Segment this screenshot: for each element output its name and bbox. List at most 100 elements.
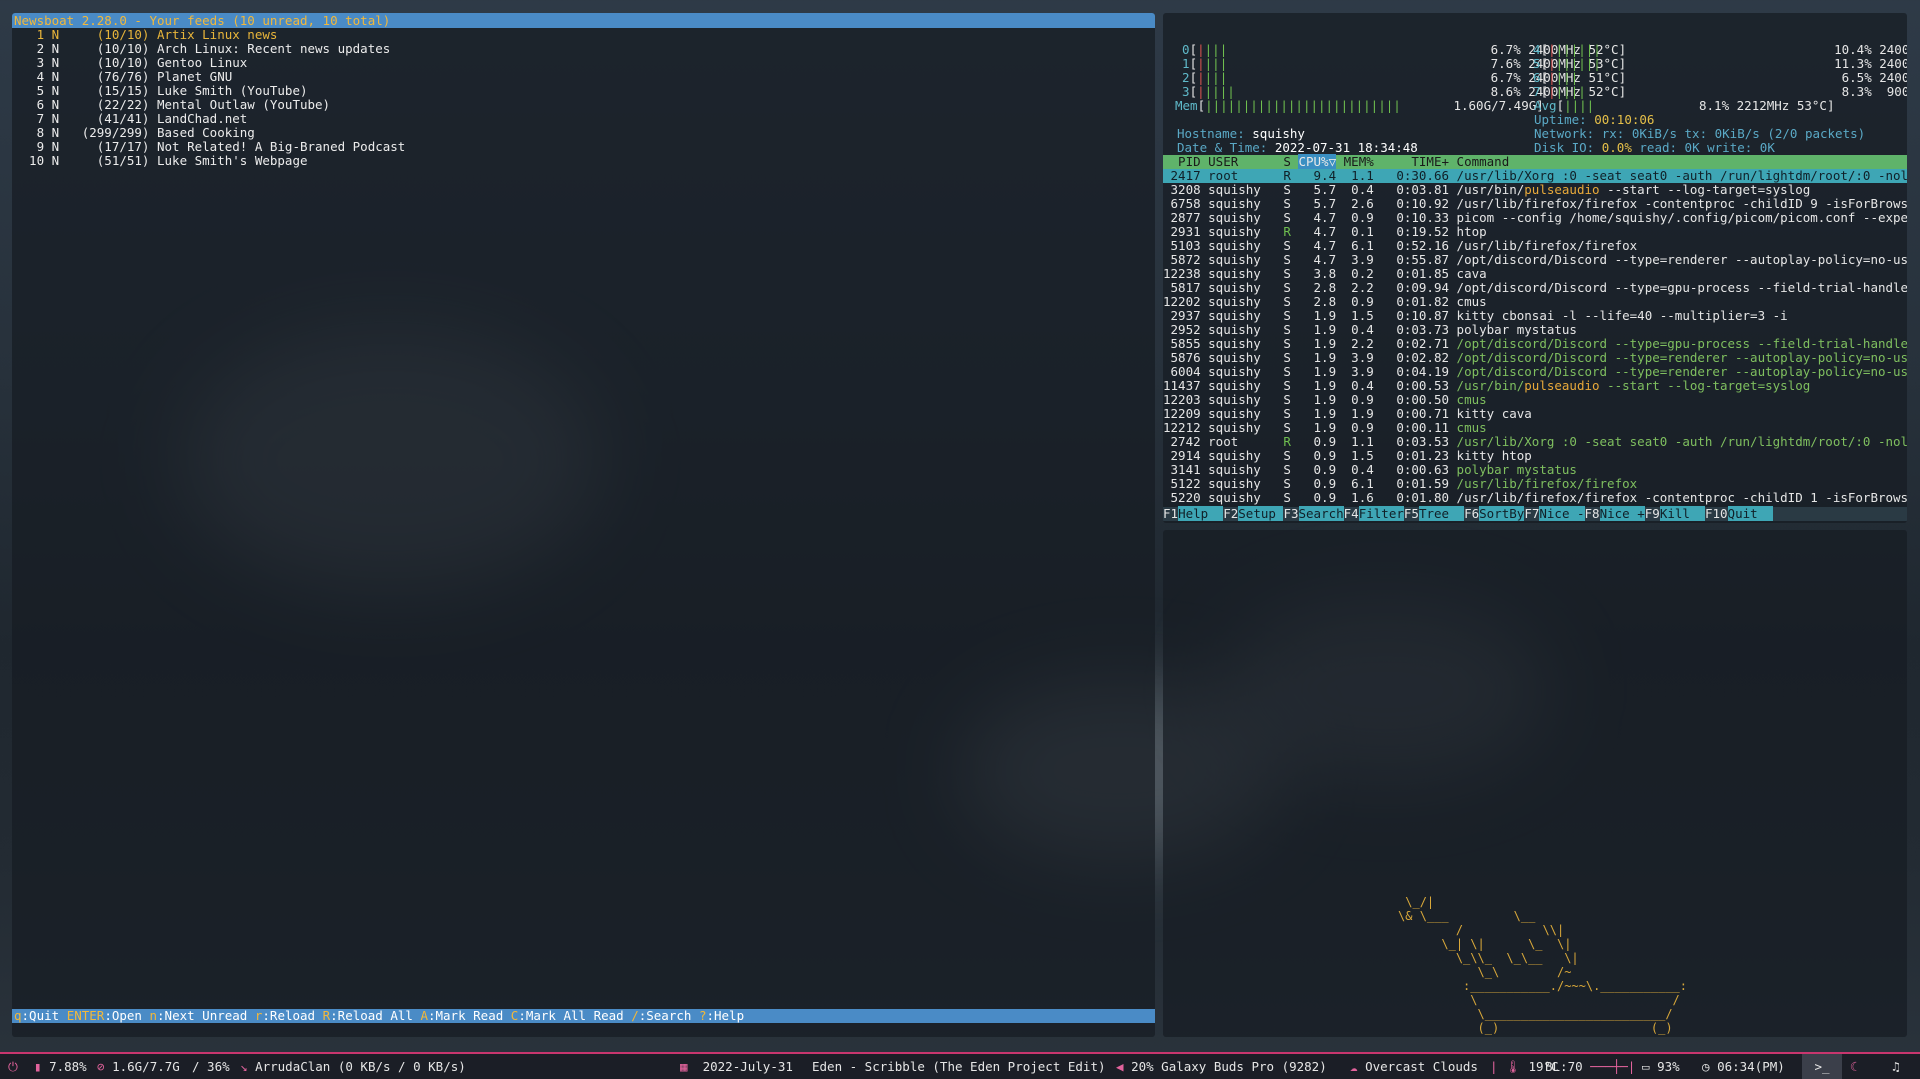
fkey-number[interactable]: F6 <box>1464 506 1479 521</box>
process-list[interactable]: 2417 root R 9.4 1.1 0:30.66 /usr/lib/Xor… <box>1163 169 1907 505</box>
feed-item[interactable]: 1 N (10/10) Artix Linux news <box>14 28 1155 42</box>
fkey-number[interactable]: F9 <box>1645 506 1660 521</box>
process-row[interactable]: 5103 squishy S 4.7 6.1 0:52.16 /usr/lib/… <box>1163 239 1907 253</box>
fkey-nice-button[interactable]: Nice + <box>1599 506 1645 521</box>
process-row[interactable]: 5872 squishy S 4.7 3.9 0:55.87 /opt/disc… <box>1163 253 1907 267</box>
process-row[interactable]: 5876 squishy S 1.9 3.9 0:02.82 /opt/disc… <box>1163 351 1907 365</box>
fkey-filterbutton[interactable]: Filter <box>1358 506 1404 521</box>
process-row[interactable]: 12209 squishy S 1.9 1.9 0:00.71 kitty ca… <box>1163 407 1907 421</box>
process-row[interactable]: 5220 squishy S 0.9 1.6 0:01.80 /usr/lib/… <box>1163 491 1907 505</box>
fkey-treebutton[interactable]: Tree <box>1418 506 1465 521</box>
col-command[interactable]: Command <box>1457 154 1510 169</box>
process-row[interactable]: 5855 squishy S 1.9 2.2 0:02.71 /opt/disc… <box>1163 337 1907 351</box>
newsboat-window[interactable]: Newsboat 2.28.0 - Your feeds (10 unread,… <box>12 13 1155 1037</box>
moon-icon[interactable]: ☾ <box>1850 1059 1858 1075</box>
pid: 5855 <box>1163 337 1209 351</box>
cpu: 1.9 <box>1298 309 1337 323</box>
fkey-number[interactable]: F2 <box>1223 506 1238 521</box>
process-row[interactable]: 2931 squishy R 4.7 0.1 0:19.52 htop <box>1163 225 1907 239</box>
pid: 12212 <box>1163 421 1209 435</box>
process-table-header[interactable]: PID USER S CPU%▽ MEM% TIME+ Command <box>1163 154 1907 169</box>
fkey-number[interactable]: F10 <box>1705 506 1728 521</box>
power-icon[interactable]: ⏻ <box>8 1059 18 1075</box>
fkey-quitbutton[interactable]: Quit <box>1727 506 1773 521</box>
fkey-number[interactable]: F8 <box>1585 506 1600 521</box>
fkey-number[interactable]: F5 <box>1404 506 1419 521</box>
cpu-id: 2 <box>1167 70 1190 85</box>
process-row[interactable]: 3141 squishy S 0.9 0.4 0:00.63 polybar m… <box>1163 463 1907 477</box>
feed-item[interactable]: 4 N (76/76) Planet GNU <box>14 70 1155 84</box>
music-module[interactable]: Eden - Scribble (The Eden Project Edit) <box>812 1059 1106 1075</box>
process-row[interactable]: 12202 squishy S 2.8 0.9 0:01.82 cmus <box>1163 295 1907 309</box>
process-row[interactable]: 2877 squishy S 4.7 0.9 0:10.33 picom --c… <box>1163 211 1907 225</box>
keybind-label: :Reload All <box>330 1008 421 1023</box>
pid: 12203 <box>1163 393 1209 407</box>
state: S <box>1283 491 1299 505</box>
process-row[interactable]: 12212 squishy S 1.9 0.9 0:00.11 cmus <box>1163 421 1907 435</box>
feed-item[interactable]: 10 N (51/51) Luke Smith's Webpage <box>14 154 1155 168</box>
cpu-pct: 6.7% <box>1475 70 1521 85</box>
pid: 5817 <box>1163 281 1209 295</box>
process-row[interactable]: 2417 root R 9.4 1.1 0:30.66 /usr/lib/Xor… <box>1163 169 1907 183</box>
process-row[interactable]: 6004 squishy S 1.9 3.9 0:04.19 /opt/disc… <box>1163 365 1907 379</box>
mem: 1.5 <box>1336 309 1382 323</box>
command: cava <box>1456 267 1487 281</box>
fkey-setupbutton[interactable]: Setup <box>1238 506 1284 521</box>
cpu-icon: ▮ <box>34 1059 42 1074</box>
col-cpu[interactable]: CPU%▽ <box>1298 154 1337 169</box>
keybind-label: :Quit <box>21 1008 67 1023</box>
feed-item[interactable]: 3 N (10/10) Gentoo Linux <box>14 56 1155 70</box>
col-mem[interactable]: MEM% <box>1336 154 1381 169</box>
col-time[interactable]: TIME+ <box>1381 154 1456 169</box>
process-row[interactable]: 12203 squishy S 1.9 0.9 0:00.50 cmus <box>1163 393 1907 407</box>
mem: 2.6 <box>1336 197 1382 211</box>
col-pid[interactable]: PID <box>1163 154 1208 169</box>
process-row[interactable]: 2742 root R 0.9 1.1 0:03.53 /usr/lib/Xor… <box>1163 435 1907 449</box>
volume-module[interactable]: ◀ 20% Galaxy Buds Pro (9282) <box>1116 1059 1327 1075</box>
fkey-number[interactable]: F7 <box>1524 506 1539 521</box>
htop-window[interactable]: 0[|||| 6.7% 2400MHz 52°C] 1[|||| 7.6% 24… <box>1163 13 1907 523</box>
fkey-helpbutton[interactable]: Help <box>1178 506 1224 521</box>
process-row[interactable]: 5122 squishy S 0.9 6.1 0:01.59 /usr/lib/… <box>1163 477 1907 491</box>
fkey-number[interactable]: F1 <box>1163 506 1178 521</box>
feed-list[interactable]: 1 N (10/10) Artix Linux news 2 N (10/10)… <box>12 28 1155 168</box>
time: 0:55.87 <box>1381 253 1457 267</box>
feed-item[interactable]: 9 N (17/17) Not Related! A Big-Braned Po… <box>14 140 1155 154</box>
feed-item[interactable]: 7 N (41/41) LandChad.net <box>14 112 1155 126</box>
process-row[interactable]: 5817 squishy S 2.8 2.2 0:09.94 /opt/disc… <box>1163 281 1907 295</box>
fkey-searchbutton[interactable]: Search <box>1298 506 1344 521</box>
process-row[interactable]: 3208 squishy S 5.7 0.4 0:03.81 /usr/bin/… <box>1163 183 1907 197</box>
fkey-sortbybutton[interactable]: SortBy <box>1479 506 1525 521</box>
feed-item[interactable]: 5 N (15/15) Luke Smith (YouTube) <box>14 84 1155 98</box>
process-row[interactable]: 2952 squishy S 1.9 0.4 0:03.73 polybar m… <box>1163 323 1907 337</box>
pid: 2952 <box>1163 323 1209 337</box>
col-user[interactable]: USER <box>1208 154 1283 169</box>
clock-module: ◷ 06:34(PM) <box>1702 1059 1785 1074</box>
feed-item[interactable]: 6 N (22/22) Mental Outlaw (YouTube) <box>14 98 1155 112</box>
fkey-nice-button[interactable]: Nice - <box>1539 506 1585 521</box>
cpu: 1.9 <box>1298 407 1337 421</box>
process-row[interactable]: 11437 squishy S 1.9 0.4 0:00.53 /usr/bin… <box>1163 379 1907 393</box>
feed-item[interactable]: 8 N (299/299) Based Cooking <box>14 126 1155 140</box>
process-row[interactable]: 12238 squishy S 3.8 0.2 0:01.85 cava <box>1163 267 1907 281</box>
pid: 2914 <box>1163 449 1209 463</box>
fkey-number[interactable]: F3 <box>1283 506 1298 521</box>
command: /usr/lib/firefox/firefox -contentproc -c… <box>1456 491 1907 505</box>
time: 0:03.81 <box>1381 183 1457 197</box>
col-state[interactable]: S <box>1283 154 1298 169</box>
backlight-module[interactable]: BL:70 ───┼─| <box>1545 1059 1635 1075</box>
user: squishy <box>1208 253 1284 267</box>
pid: 3141 <box>1163 463 1209 477</box>
headphones-icon[interactable]: ♫ <box>1892 1059 1900 1075</box>
fkey-killbutton[interactable]: Kill <box>1659 506 1705 521</box>
fkey-number[interactable]: F4 <box>1344 506 1359 521</box>
process-row[interactable]: 2914 squishy S 0.9 1.5 0:01.23 kitty hto… <box>1163 449 1907 463</box>
cpu-module: ▮ 7.88% <box>34 1059 87 1074</box>
feed-item[interactable]: 2 N (10/10) Arch Linux: Recent news upda… <box>14 42 1155 56</box>
process-row[interactable]: 2937 squishy S 1.9 1.5 0:10.87 kitty cbo… <box>1163 309 1907 323</box>
htop-function-keys[interactable]: F1Help F2Setup F3SearchF4FilterF5Tree F6… <box>1163 506 1907 521</box>
process-row[interactable]: 6758 squishy S 5.7 2.6 0:10.92 /usr/lib/… <box>1163 197 1907 211</box>
terminal-icon[interactable]: >_ <box>1802 1054 1842 1079</box>
cpu-bar: | <box>1548 84 1556 99</box>
state: S <box>1283 197 1299 211</box>
